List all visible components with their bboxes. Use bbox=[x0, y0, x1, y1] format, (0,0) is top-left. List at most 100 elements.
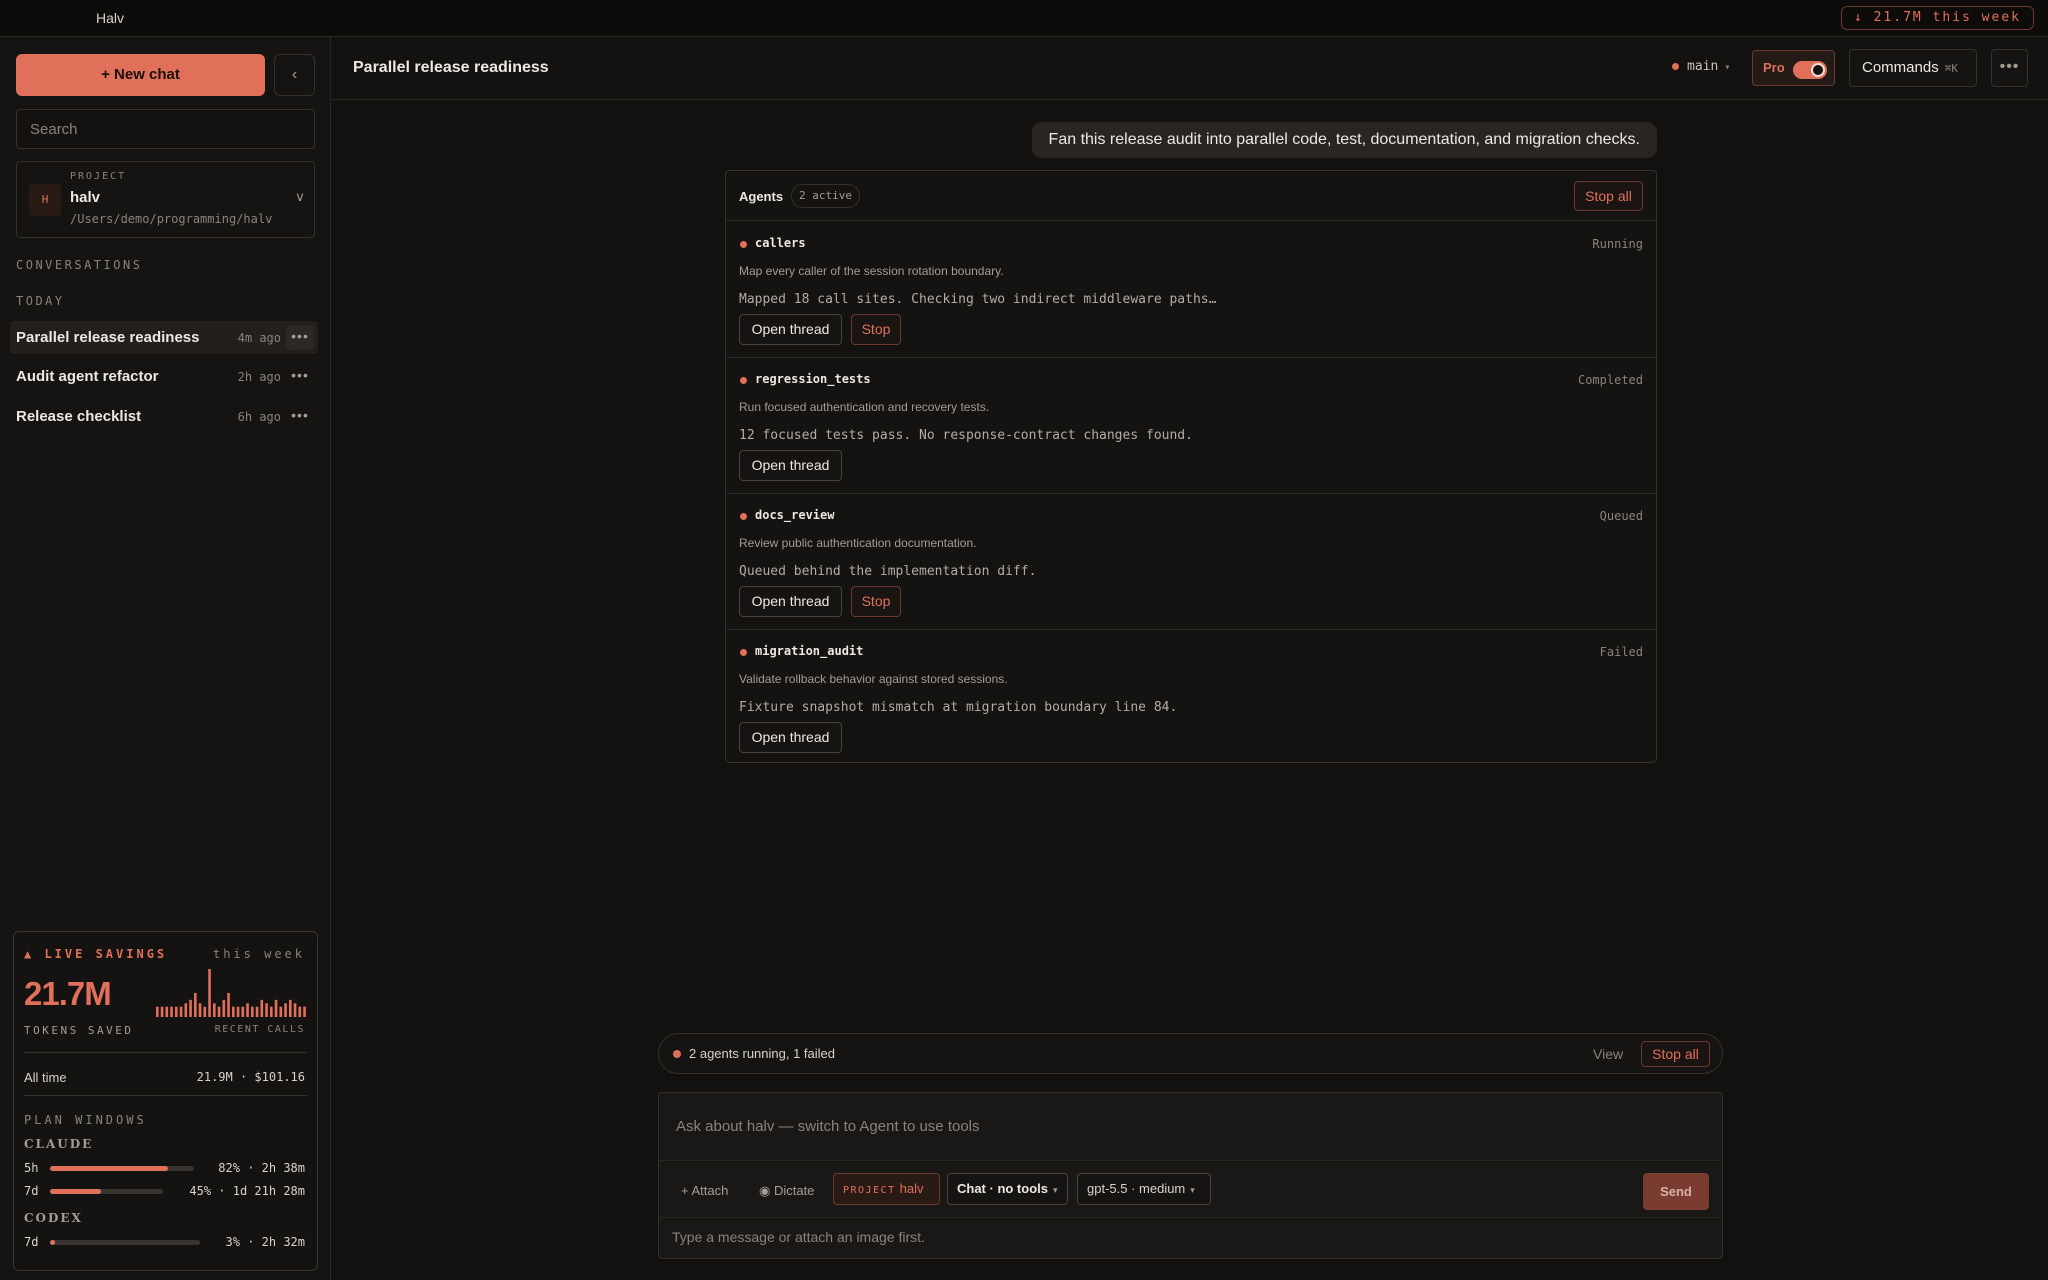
recent-calls-sparkline bbox=[156, 969, 306, 1017]
sparkline-bar bbox=[246, 1003, 249, 1017]
stop-agent-button[interactable]: Stop bbox=[851, 314, 901, 345]
conversation-item[interactable]: Audit agent refactor 2h ago ••• bbox=[10, 360, 318, 393]
agents-panel: Agents 2 active Stop all callers Running… bbox=[725, 170, 1657, 763]
composer-hint: Type a message or attach an image first. bbox=[672, 1229, 925, 1245]
sparkline-bar bbox=[236, 1006, 240, 1017]
toggle-knob bbox=[1811, 63, 1825, 77]
agent-description: Validate rollback behavior against store… bbox=[739, 672, 1008, 686]
conversation-time: 2h ago bbox=[237, 370, 281, 384]
conversation-item[interactable]: Parallel release readiness 4m ago ••• bbox=[10, 321, 318, 354]
view-agents-link[interactable]: View bbox=[1593, 1046, 1623, 1062]
branch-selector[interactable]: main ▾ bbox=[1672, 59, 1730, 74]
sparkline-bar bbox=[265, 1003, 268, 1017]
active-count-badge: 2 active bbox=[791, 184, 860, 208]
agent-description: Run focused authentication and recovery … bbox=[739, 400, 990, 414]
plan-usage-value: 82% · 2h 38m bbox=[218, 1161, 305, 1175]
agent-status: Failed bbox=[1599, 645, 1643, 659]
agents-title: Agents bbox=[739, 189, 784, 204]
plan-usage-fill bbox=[50, 1240, 55, 1245]
plan-usage-bar bbox=[50, 1240, 200, 1245]
live-savings-card: ▲ LIVE SAVINGS this week 21.7M TOKENS SA… bbox=[13, 931, 318, 1271]
project-chip-value: halv bbox=[899, 1181, 924, 1196]
live-savings-label: ▲ LIVE SAVINGS bbox=[24, 947, 168, 961]
keyboard-shortcut: ⌘K bbox=[1944, 62, 1958, 75]
agent-log: Mapped 18 call sites. Checking two indir… bbox=[739, 292, 1217, 307]
more-icon[interactable]: ••• bbox=[286, 325, 314, 350]
agent-log: Queued behind the implementation diff. bbox=[739, 564, 1037, 579]
open-thread-button[interactable]: Open thread bbox=[739, 314, 842, 345]
stop-agent-button[interactable]: Stop bbox=[851, 586, 901, 617]
new-chat-button[interactable]: + New chat bbox=[16, 54, 265, 96]
sparkline-bar bbox=[274, 999, 278, 1017]
conversations-heading: CONVERSATIONS bbox=[16, 258, 143, 272]
project-avatar: H bbox=[29, 184, 61, 216]
open-thread-button[interactable]: Open thread bbox=[739, 450, 842, 481]
sparkline-bar bbox=[203, 1006, 207, 1017]
mode-selector[interactable]: Chat · no tools ▾ bbox=[947, 1173, 1068, 1205]
agent-status-dot bbox=[740, 377, 747, 384]
plan-usage-bar bbox=[50, 1166, 194, 1171]
message-input[interactable] bbox=[659, 1093, 1722, 1161]
sparkline-bar bbox=[194, 993, 197, 1017]
sparkline-bar bbox=[289, 999, 292, 1017]
sparkline-bar bbox=[241, 1006, 245, 1017]
pro-toggle-control[interactable]: Pro bbox=[1752, 50, 1835, 86]
project-selector[interactable]: H PROJECT halv /Users/demo/programming/h… bbox=[16, 161, 315, 238]
divider bbox=[24, 1052, 307, 1053]
branch-status-dot bbox=[1672, 63, 1679, 70]
divider bbox=[24, 1095, 307, 1096]
collapse-sidebar-button[interactable]: ‹ bbox=[274, 54, 315, 96]
plan-usage-value: 45% · 1d 21h 28m bbox=[189, 1184, 305, 1198]
sparkline-bar bbox=[160, 1006, 164, 1017]
sparkline-bar bbox=[227, 993, 230, 1017]
sparkline-bar bbox=[222, 999, 226, 1017]
stop-all-agents-button[interactable]: Stop all bbox=[1574, 181, 1643, 211]
sparkline-bar bbox=[232, 1006, 235, 1017]
plan-window-label: 7d bbox=[24, 1184, 39, 1198]
model-selector[interactable]: gpt-5.5 · medium ▾ bbox=[1077, 1173, 1211, 1205]
sparkline-bar bbox=[260, 999, 264, 1017]
conversation-time: 4m ago bbox=[237, 331, 281, 345]
agent-name: regression_tests bbox=[755, 372, 871, 386]
conversation-time: 6h ago bbox=[237, 410, 281, 424]
attach-button[interactable]: + Attach bbox=[681, 1183, 728, 1198]
conversation-title: Release checklist bbox=[16, 408, 142, 425]
plan-usage-value: 3% · 2h 32m bbox=[225, 1235, 305, 1249]
sparkline-bar bbox=[284, 1003, 287, 1017]
pro-label: Pro bbox=[1763, 60, 1785, 75]
more-options-icon[interactable]: ••• bbox=[1991, 49, 2028, 87]
branch-name: main bbox=[1687, 59, 1719, 74]
search-input[interactable] bbox=[16, 109, 315, 149]
sidebar: + New chat ‹ H PROJECT halv /Users/demo/… bbox=[0, 37, 331, 1280]
more-icon[interactable]: ••• bbox=[286, 364, 314, 389]
conversation-item[interactable]: Release checklist 6h ago ••• bbox=[10, 400, 318, 433]
open-thread-button[interactable]: Open thread bbox=[739, 722, 842, 753]
sparkline-bar bbox=[179, 1006, 183, 1017]
divider bbox=[659, 1217, 1722, 1218]
project-chip[interactable]: PROJECT halv bbox=[833, 1173, 940, 1205]
thread-header: Parallel release readiness main ▾ Pro Com… bbox=[332, 37, 2048, 100]
mode-label: Chat · no tools bbox=[957, 1181, 1048, 1196]
send-button[interactable]: Send bbox=[1643, 1173, 1709, 1210]
sparkline-bar bbox=[303, 1006, 306, 1017]
agent-status: Queued bbox=[1599, 509, 1643, 523]
sparkline-bar bbox=[170, 1006, 173, 1017]
more-icon[interactable]: ••• bbox=[286, 404, 314, 429]
chevron-down-icon: ▾ bbox=[1053, 1185, 1058, 1195]
agent-row: docs_review Queued Review public authent… bbox=[726, 494, 1656, 630]
agent-description: Review public authentication documentati… bbox=[739, 536, 977, 550]
pro-toggle[interactable] bbox=[1793, 61, 1827, 79]
sparkline-bar bbox=[213, 1003, 216, 1017]
agent-status-dot bbox=[740, 241, 747, 248]
open-thread-button[interactable]: Open thread bbox=[739, 586, 842, 617]
plan-windows-heading: PLAN WINDOWS bbox=[24, 1113, 147, 1127]
tokens-saved-label: TOKENS SAVED bbox=[24, 1024, 134, 1037]
weekly-savings-badge[interactable]: ↓ 21.7M this week bbox=[1840, 6, 2034, 30]
sparkline-bar bbox=[255, 1006, 259, 1017]
agent-name: docs_review bbox=[755, 508, 835, 522]
stop-all-button[interactable]: Stop all bbox=[1641, 1041, 1710, 1067]
commands-button[interactable]: Commands ⌘K bbox=[1849, 49, 1977, 87]
app-title: Halv bbox=[96, 10, 125, 26]
dictate-button[interactable]: ◉ Dictate bbox=[759, 1183, 814, 1199]
sparkline-bar bbox=[217, 1006, 221, 1017]
